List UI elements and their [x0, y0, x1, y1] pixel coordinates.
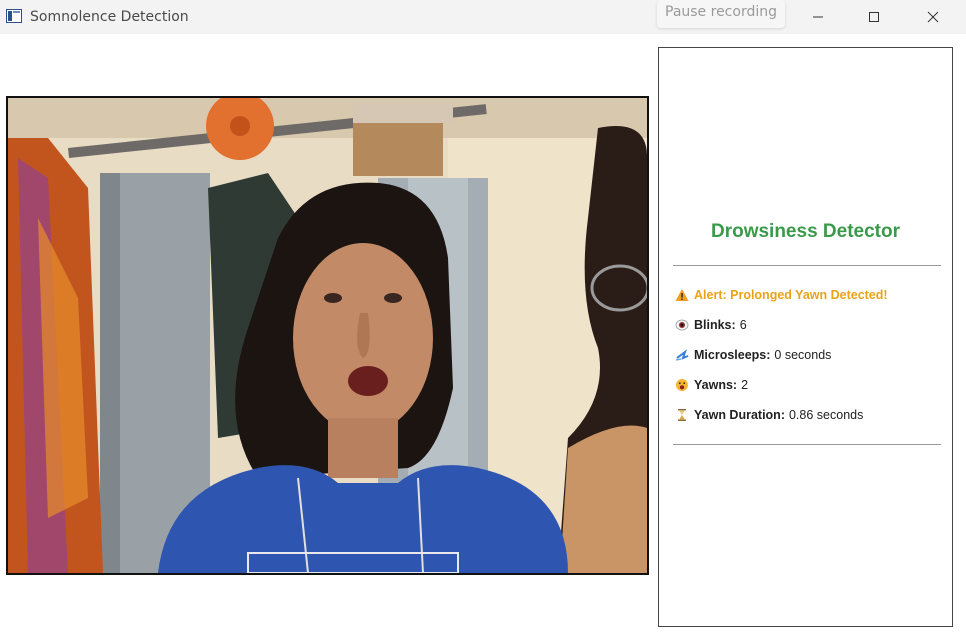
window-title: Somnolence Detection [30, 9, 189, 25]
yawn-duration-value: 0.86 seconds [788, 408, 864, 422]
pause-recording-button[interactable]: Pause recording [657, 0, 785, 28]
maximize-button[interactable] [851, 0, 897, 34]
yawn-duration-label: Yawn Duration: [694, 408, 785, 422]
microsleeps-label: Microsleeps: [694, 348, 771, 362]
minimize-button[interactable] [795, 0, 841, 34]
blinks-label: Blinks: [694, 318, 736, 332]
yawns-stat: Yawns: 2 [675, 378, 748, 392]
eye-icon [675, 319, 689, 331]
microsleeps-value: 0 seconds [774, 348, 832, 362]
alert-text: Alert: Prolonged Yawn Detected! [694, 288, 888, 302]
yawns-value: 2 [741, 378, 749, 392]
drowsiness-panel: Drowsiness Detector Alert: Prolonged Yaw… [658, 47, 953, 627]
blinks-stat: Blinks: 6 [675, 318, 747, 332]
microsleeps-stat: Microsleeps: 0 seconds [675, 348, 831, 362]
minimize-icon [813, 16, 823, 18]
app-window-icon [6, 9, 22, 23]
maximize-icon [869, 12, 879, 22]
app-window: Somnolence Detection Pause recording Dro… [0, 0, 966, 637]
close-icon [927, 11, 939, 23]
sleep-icon [675, 349, 689, 361]
warning-icon [675, 289, 689, 301]
panel-title: Drowsiness Detector [710, 221, 900, 242]
webcam-feed [6, 96, 649, 575]
alert-message: Alert: Prolonged Yawn Detected! [675, 288, 888, 302]
yawns-label: Yawns: [694, 378, 738, 392]
title-bar[interactable]: Somnolence Detection Pause recording [0, 0, 966, 34]
hourglass-icon [678, 409, 686, 421]
blinks-value: 6 [739, 318, 747, 332]
yawn-duration-stat: Yawn Duration: 0.86 seconds [675, 408, 863, 422]
webcam-frame-image [8, 98, 647, 573]
divider [673, 265, 941, 266]
close-button[interactable] [910, 0, 956, 34]
yawn-face-icon [676, 379, 688, 391]
divider [673, 444, 941, 445]
